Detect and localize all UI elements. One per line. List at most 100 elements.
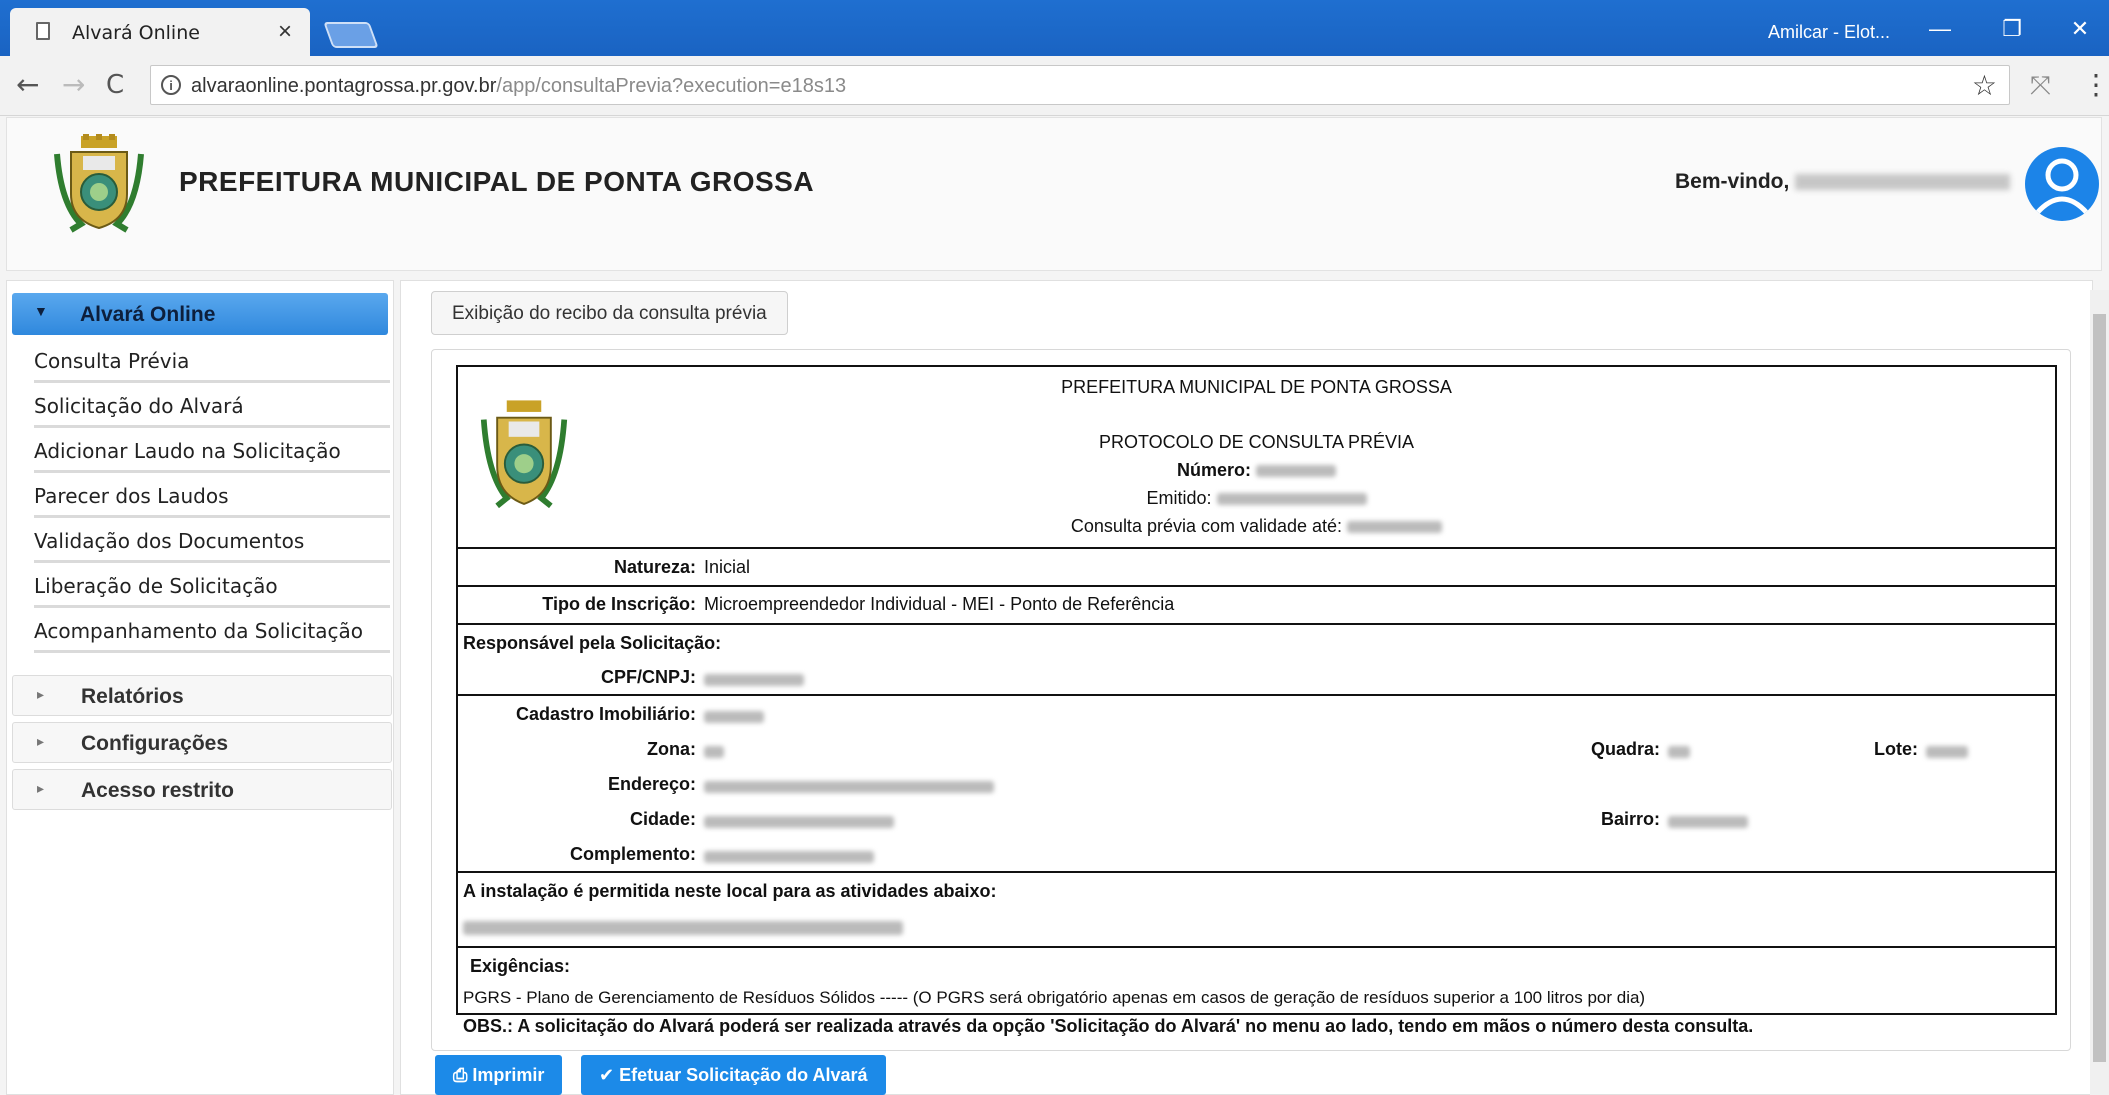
user-name-redacted [1795,174,2011,191]
city-crest-logo [54,134,144,233]
sidebar-item-label: Consulta Prévia [34,349,190,373]
browser-menu-icon[interactable]: ⋮ [2082,68,2109,101]
natureza-label: Natureza: [613,557,696,577]
tab-close-icon[interactable]: × [278,18,292,46]
cadastro-label: Cadastro Imobiliário: [515,704,696,724]
browser-titlebar: Alvará Online × Amilcar - Elot... — ❐ ✕ [0,0,2109,56]
natureza-value: Inicial [704,557,751,577]
exigencias-label: Exigências: [470,956,571,976]
sidebar-item-label: Liberação de Solicitação [34,574,278,598]
sidebar-item-liberacao[interactable]: Liberação de Solicitação [34,565,390,608]
receipt-document: PREFEITURA MUNICIPAL DE PONTA GROSSA PRO… [456,365,2057,1015]
scrollbar-thumb[interactable] [2093,314,2106,1062]
validade-value [1347,521,1443,534]
reload-icon[interactable]: C [106,70,124,100]
endereco-label: Endereço: [607,774,696,794]
address-bar[interactable]: i alvaraonline.pontagrossa.pr.gov.br/app… [150,65,2010,105]
emitido-label: Emitido: [1146,488,1212,508]
cidade-value [704,811,894,832]
page-scrollbar[interactable] [2090,290,2109,1095]
url-text: alvaraonline.pontagrossa.pr.gov.br/app/c… [191,75,846,98]
sidebar-group-configuracoes[interactable]: ▸ Configurações [12,722,392,763]
extension-icon[interactable]: ⤧ [2030,70,2051,102]
sidebar-item-solicitacao[interactable]: Solicitação do Alvará [34,385,390,428]
receipt-validade: Consulta prévia com validade até: [458,516,2055,537]
sidebar-item-label: Validação dos Documentos [34,529,305,553]
sidebar-item-consulta-previa[interactable]: Consulta Prévia [34,340,390,383]
sidebar-group-relatorios[interactable]: ▸ Relatórios [12,675,392,716]
sidebar-section-alvara-online[interactable]: ▼ Alvará Online [12,293,388,335]
sidebar-item-adicionar-laudo[interactable]: Adicionar Laudo na Solicitação [34,430,390,473]
tab-title: Alvará Online [72,22,200,44]
exigencias-value: PGRS - Plano de Gerenciamento de Resíduo… [463,988,1646,1007]
quadra-value [1668,741,1690,762]
receipt-org: PREFEITURA MUNICIPAL DE PONTA GROSSA [1061,377,1452,397]
cidade-label: Cidade: [629,809,696,829]
maximize-icon[interactable]: ❐ [1987,14,2037,44]
sidebar-group-acesso-restrito[interactable]: ▸ Acesso restrito [12,769,392,810]
lote-value [1926,741,1968,762]
browser-toolbar: ← → C i alvaraonline.pontagrossa.pr.gov.… [0,56,2109,116]
browser-tab[interactable]: Alvará Online × [10,8,310,56]
site-title: PREFEITURA MUNICIPAL DE PONTA GROSSA [179,166,815,197]
request-alvara-button[interactable]: ✔ Efetuar Solicitação do Alvará [581,1055,886,1095]
url-path: /app/consultaPrevia?execution=e18s13 [496,75,847,97]
welcome-label: Bem-vindo, [1675,170,1790,193]
bairro-label: Bairro: [1600,809,1660,829]
complemento-value [704,846,874,867]
emitido-value [1216,493,1367,506]
caret-right-icon: ▸ [37,686,45,702]
sidebar-group-label: Relatórios [81,685,184,708]
row-natureza: Natureza: Inicial [458,547,2055,585]
sidebar-item-validacao[interactable]: Validação dos Documentos [34,520,390,563]
fieldset-legend: Exibição do recibo da consulta prévia [431,291,788,335]
print-button-label: Imprimir [472,1065,545,1085]
sidebar-item-label: Parecer dos Laudos [34,484,229,508]
atividade-value [463,917,903,938]
sidebar-item-label: Acompanhamento da Solicitação [34,619,363,643]
page-icon [36,22,50,40]
url-host: alvaraonline.pontagrossa.pr.gov.br [191,75,497,97]
sidebar-item-label: Adicionar Laudo na Solicitação [34,439,341,463]
back-icon[interactable]: ← [16,68,39,101]
endereco-value [704,776,994,797]
minimize-icon[interactable]: — [1915,14,1965,44]
receipt-protocol-title: PROTOCOLO DE CONSULTA PRÉVIA [1098,432,1415,452]
check-icon: ✔ [599,1065,615,1085]
bookmark-star-icon[interactable]: ☆ [1972,69,1997,102]
sidebar-section-label: Alvará Online [80,303,216,326]
caret-down-icon: ▼ [34,303,48,319]
profile-chip[interactable]: Amilcar - Elot... [1768,22,1890,43]
receipt-numero: Número: [458,460,2055,481]
main-panel: Exibição do recibo da consulta prévia PR… [400,280,2093,1095]
quadra-label: Quadra: [1590,739,1660,759]
user-avatar-icon[interactable] [2025,147,2099,221]
print-button[interactable]: ⎙ Imprimir [435,1055,563,1095]
sidebar-item-acompanhamento[interactable]: Acompanhamento da Solicitação [34,610,390,653]
cadastro-value [704,706,764,727]
tipo-label: Tipo de Inscrição: [542,594,696,614]
lote-label: Lote: [1874,739,1918,759]
responsavel-label: Responsável pela Solicitação: [463,633,722,653]
row-tipo-inscricao: Tipo de Inscrição: Microempreendedor Ind… [458,585,2055,623]
forward-icon[interactable]: → [62,68,85,101]
bairro-value [1668,811,1748,832]
sidebar-item-parecer-laudos[interactable]: Parecer dos Laudos [34,475,390,518]
receipt-emitido: Emitido: [458,488,2055,509]
cpf-value [704,669,804,690]
window-close-icon[interactable]: ✕ [2055,14,2105,44]
caret-right-icon: ▸ [37,733,45,749]
zona-value [704,741,724,762]
cpf-label: CPF/CNPJ: [600,667,696,687]
new-tab-button[interactable] [323,22,379,48]
complemento-label: Complemento: [570,844,696,864]
numero-value [1256,465,1337,478]
info-icon[interactable]: i [161,75,181,95]
obs-note: OBS.: A solicitação do Alvará poderá ser… [463,1016,1754,1036]
validade-label: Consulta prévia com validade até: [1070,516,1343,536]
request-button-label: Efetuar Solicitação do Alvará [619,1065,868,1085]
printer-icon: ⎙ [453,1065,468,1085]
row-responsavel: Responsável pela Solicitação: CPF/CNPJ: [458,623,2055,694]
sidebar-group-label: Configurações [81,732,229,755]
tipo-value: Microempreendedor Individual - MEI - Pon… [704,594,1175,614]
